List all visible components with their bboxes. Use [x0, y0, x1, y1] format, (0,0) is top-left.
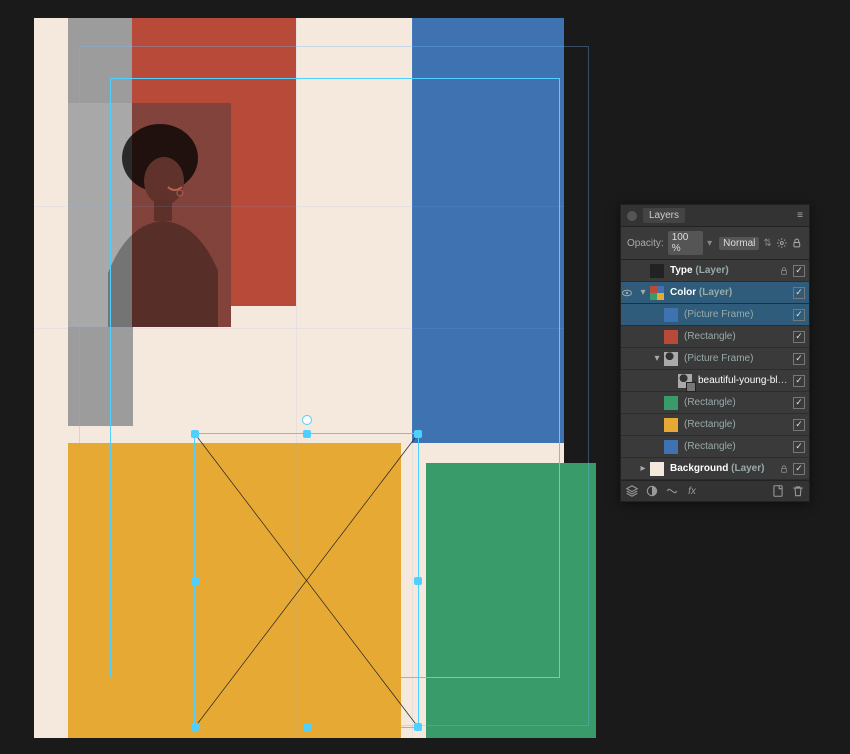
- layer-row-pf1[interactable]: (Picture Frame) ✓: [621, 304, 809, 326]
- layer-name-label[interactable]: Color (Layer): [670, 287, 789, 298]
- layer-thumbnail: [650, 286, 664, 300]
- adjustment-icon[interactable]: [665, 484, 679, 498]
- layer-visible-checkbox[interactable]: ✓: [793, 375, 805, 387]
- layer-thumbnail: [650, 264, 664, 278]
- layer-row-rect-r[interactable]: (Rectangle) ✓: [621, 326, 809, 348]
- layer-visible-checkbox[interactable]: ✓: [793, 287, 805, 299]
- trash-icon[interactable]: [791, 484, 805, 498]
- layer-list[interactable]: Type (Layer)✓▾Color (Layer)✓(Picture Fra…: [621, 260, 809, 480]
- layer-thumbnail: [650, 462, 664, 476]
- resize-handle-s[interactable]: [303, 723, 311, 731]
- fx-icon[interactable]: fx: [685, 484, 699, 498]
- layer-visible-checkbox[interactable]: ✓: [793, 331, 805, 343]
- panel-header[interactable]: Layers ≡: [621, 205, 809, 227]
- layer-thumbnail: [664, 352, 678, 366]
- layer-row-pf2[interactable]: ▾ (Picture Frame) ✓: [621, 348, 809, 370]
- resize-handle-ne[interactable]: [414, 430, 422, 438]
- visibility-icon[interactable]: [621, 287, 635, 299]
- blend-mode-select[interactable]: Normal: [719, 237, 759, 250]
- new-layer-icon[interactable]: [771, 484, 785, 498]
- layer-visible-checkbox[interactable]: ✓: [793, 441, 805, 453]
- layer-row-rect-y[interactable]: (Rectangle) ✓: [621, 414, 809, 436]
- layer-thumbnail: [664, 418, 678, 432]
- layer-visible-checkbox[interactable]: ✓: [793, 265, 805, 277]
- layer-visible-checkbox[interactable]: ✓: [793, 419, 805, 431]
- opacity-label: Opacity:: [627, 238, 664, 249]
- gear-icon[interactable]: [776, 237, 788, 249]
- panel-menu-icon[interactable]: ≡: [797, 210, 803, 221]
- canvas-document[interactable]: [34, 18, 564, 738]
- disclosure-icon[interactable]: ▸: [638, 463, 648, 474]
- layer-row-rect-b[interactable]: (Rectangle) ✓: [621, 436, 809, 458]
- layer-name-label[interactable]: Background (Layer): [670, 463, 779, 474]
- resize-handle-w[interactable]: [191, 577, 199, 585]
- disclosure-icon[interactable]: ▾: [652, 353, 662, 364]
- selection-picture-frame[interactable]: [194, 433, 419, 728]
- layer-visible-checkbox[interactable]: ✓: [793, 309, 805, 321]
- layer-name-label[interactable]: (Rectangle): [684, 441, 789, 452]
- layer-thumbnail: [664, 440, 678, 454]
- layer-name-label[interactable]: (Rectangle): [684, 331, 789, 342]
- layer-name-label[interactable]: (Picture Frame): [684, 353, 789, 364]
- lock-icon[interactable]: [779, 266, 789, 276]
- resize-handle-se[interactable]: [414, 723, 422, 731]
- layers-icon[interactable]: [625, 484, 639, 498]
- panel-title[interactable]: Layers: [643, 208, 685, 223]
- resize-handle-e[interactable]: [414, 577, 422, 585]
- rotate-handle[interactable]: [302, 415, 312, 425]
- layer-row-color[interactable]: ▾ Color (Layer) ✓: [621, 282, 809, 304]
- layer-name-label[interactable]: (Rectangle): [684, 419, 789, 430]
- resize-handle-sw[interactable]: [191, 723, 199, 731]
- layer-name-label[interactable]: beautiful-young-black-wom…: [698, 375, 789, 386]
- lock-icon[interactable]: [779, 464, 789, 474]
- layer-thumbnail: [664, 330, 678, 344]
- layer-visible-checkbox[interactable]: ✓: [793, 353, 805, 365]
- panel-footer: fx: [621, 480, 809, 501]
- layer-visible-checkbox[interactable]: ✓: [793, 397, 805, 409]
- opacity-row: Opacity: 100 % ▾ Normal ⇅: [621, 227, 809, 260]
- resize-handle-n[interactable]: [303, 430, 311, 438]
- layer-row-img[interactable]: beautiful-young-black-wom… ✓: [621, 370, 809, 392]
- layer-name-label[interactable]: (Picture Frame): [684, 309, 789, 320]
- layers-panel[interactable]: Layers ≡ Opacity: 100 % ▾ Normal ⇅ Type …: [620, 204, 810, 502]
- lock-icon[interactable]: [791, 237, 803, 249]
- resize-handle-nw[interactable]: [191, 430, 199, 438]
- layer-row-type[interactable]: Type (Layer) ✓: [621, 260, 809, 282]
- layer-row-rect-g[interactable]: (Rectangle) ✓: [621, 392, 809, 414]
- opacity-field[interactable]: 100 %: [668, 231, 703, 255]
- mask-icon[interactable]: [645, 484, 659, 498]
- close-icon[interactable]: [627, 211, 637, 221]
- layer-visible-checkbox[interactable]: ✓: [793, 463, 805, 475]
- layer-thumbnail: [664, 308, 678, 322]
- layer-name-label[interactable]: (Rectangle): [684, 397, 789, 408]
- layer-row-bg[interactable]: ▸ Background (Layer) ✓: [621, 458, 809, 480]
- layer-thumbnail: [678, 374, 692, 388]
- layer-thumbnail: [664, 396, 678, 410]
- layer-name-label[interactable]: Type (Layer): [670, 265, 779, 276]
- disclosure-icon[interactable]: ▾: [638, 287, 648, 298]
